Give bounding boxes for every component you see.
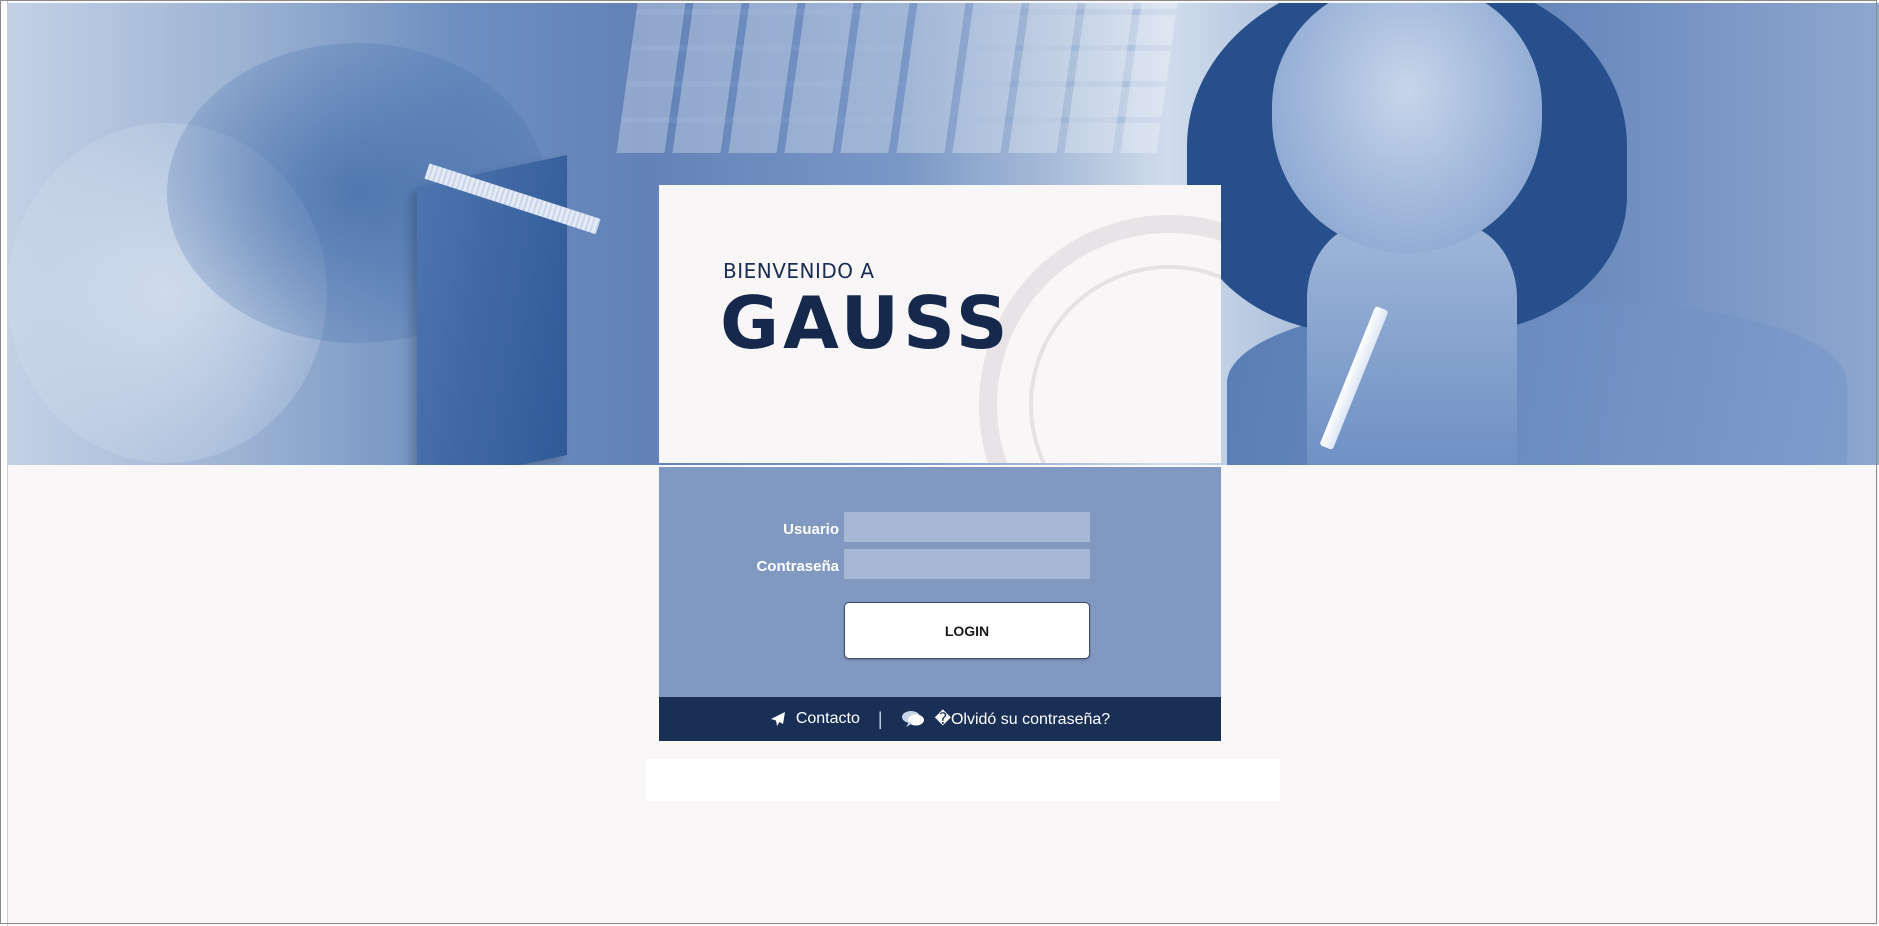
login-card-header: BIENVENIDO A GAUSS [659,185,1221,463]
forgot-password-link[interactable]: �Olvidó su contraseña? [901,709,1111,729]
hero-keyboard [616,3,1178,153]
forgot-password-label: �Olvidó su contraseña? [934,711,1111,728]
paper-plane-icon [770,712,785,726]
welcome-text: BIENVENIDO A [723,259,875,283]
notice-bar [646,759,1280,801]
password-input[interactable] [844,549,1090,579]
footer-separator: | [877,708,883,729]
login-button[interactable]: LOGIN [844,602,1090,659]
username-input[interactable] [844,512,1090,542]
login-card-footer: Contacto | �Olvidó su contraseña? [659,697,1221,741]
contact-label: Contacto [795,710,860,727]
login-form: Usuario Contraseña LOGIN [659,467,1221,697]
contact-link[interactable]: Contacto [770,710,860,728]
window-left-border [0,0,8,926]
app-title: GAUSS [720,281,1012,365]
password-label: Contraseña [756,558,839,575]
chat-bubble-icon [901,711,924,727]
username-label: Usuario [783,521,839,538]
